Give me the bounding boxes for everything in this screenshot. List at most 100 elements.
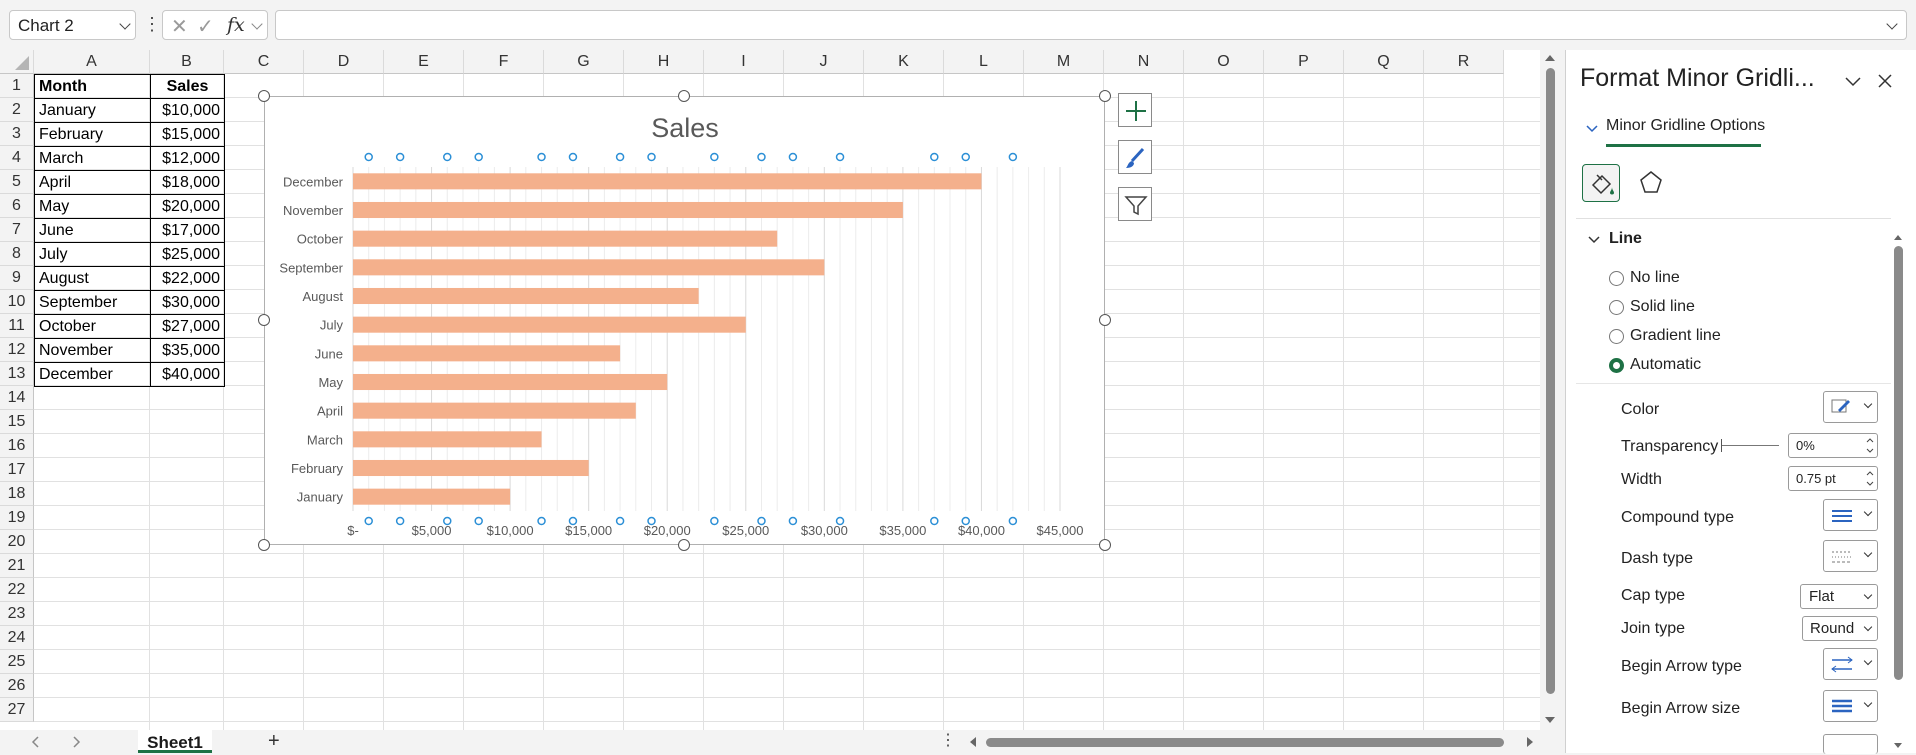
solid-line-label[interactable]: Solid line <box>1630 298 1695 316</box>
transparency-input[interactable]: 0% <box>1788 433 1878 458</box>
sales-cell[interactable]: $17,000 <box>150 218 225 243</box>
no-line-label[interactable]: No line <box>1630 269 1680 287</box>
sales-cell[interactable]: $27,000 <box>150 314 225 339</box>
month-cell[interactable]: May <box>34 194 151 219</box>
column-header[interactable]: L <box>944 50 1024 74</box>
column-header[interactable]: Q <box>1344 50 1424 74</box>
begin-arrow-size-dropdown[interactable] <box>1823 690 1878 722</box>
month-cell[interactable]: August <box>34 266 151 291</box>
row-header[interactable]: 17 <box>0 458 34 482</box>
transparency-slider[interactable] <box>1721 445 1779 446</box>
month-cell[interactable]: October <box>34 314 151 339</box>
resize-handle[interactable] <box>1099 314 1111 326</box>
row-header[interactable]: 20 <box>0 530 34 554</box>
add-sheet-button[interactable]: + <box>268 730 280 753</box>
column-header[interactable]: B <box>150 50 224 74</box>
chevron-down-icon[interactable] <box>1863 399 1873 409</box>
more-vertical-icon[interactable]: ⋮ <box>940 730 956 750</box>
chart-filters-button[interactable] <box>1118 187 1152 221</box>
row-header[interactable]: 25 <box>0 650 34 674</box>
row-header[interactable]: 23 <box>0 602 34 626</box>
month-cell[interactable]: July <box>34 242 151 267</box>
dash-type-dropdown[interactable] <box>1823 540 1878 572</box>
row-header[interactable]: 26 <box>0 674 34 698</box>
sales-cell[interactable]: $18,000 <box>150 170 225 195</box>
column-header[interactable]: J <box>784 50 864 74</box>
row-header[interactable]: 5 <box>0 170 34 194</box>
scroll-down-icon[interactable] <box>1891 740 1905 752</box>
sales-cell[interactable]: $30,000 <box>150 290 225 315</box>
transparency-slider-thumb[interactable] <box>1721 439 1722 452</box>
gradient-line-label[interactable]: Gradient line <box>1630 327 1721 345</box>
sales-cell[interactable]: $15,000 <box>150 122 225 147</box>
compound-type-dropdown[interactable] <box>1823 499 1878 531</box>
row-header[interactable]: 13 <box>0 362 34 386</box>
pane-scrollbar[interactable] <box>1891 230 1905 753</box>
automatic-radio[interactable] <box>1609 358 1624 373</box>
scroll-left-icon[interactable] <box>967 730 979 753</box>
scroll-up-icon[interactable] <box>1891 232 1905 244</box>
row-header[interactable]: 4 <box>0 146 34 170</box>
month-cell[interactable]: April <box>34 170 151 195</box>
chevron-down-icon[interactable] <box>1863 656 1873 666</box>
cap-type-dropdown[interactable]: Flat <box>1800 584 1878 609</box>
column-header[interactable]: I <box>704 50 784 74</box>
column-header[interactable]: N <box>1104 50 1184 74</box>
sales-cell[interactable]: $25,000 <box>150 242 225 267</box>
resize-handle[interactable] <box>258 539 270 551</box>
sales-cell[interactable]: $12,000 <box>150 146 225 171</box>
row-header[interactable]: 6 <box>0 194 34 218</box>
select-all-corner[interactable] <box>0 50 34 74</box>
resize-handle[interactable] <box>678 539 690 551</box>
chevron-down-icon[interactable] <box>1585 122 1599 136</box>
chevron-down-icon[interactable] <box>1863 507 1873 517</box>
sales-cell[interactable]: $22,000 <box>150 266 225 291</box>
month-cell[interactable]: March <box>34 146 151 171</box>
resize-handle[interactable] <box>258 314 270 326</box>
row-header[interactable]: 21 <box>0 554 34 578</box>
chevron-down-icon[interactable] <box>1863 548 1873 558</box>
month-cell[interactable]: November <box>34 338 151 363</box>
color-picker[interactable] <box>1823 391 1878 423</box>
expand-formula-icon[interactable] <box>1886 18 1898 30</box>
column-header[interactable]: M <box>1024 50 1104 74</box>
column-header[interactable]: A <box>34 50 150 74</box>
row-header[interactable]: 18 <box>0 482 34 506</box>
column-header[interactable]: H <box>624 50 704 74</box>
row-header[interactable]: 1 <box>0 74 34 98</box>
sales-cell[interactable]: $10,000 <box>150 98 225 123</box>
end-arrow-type-dropdown[interactable] <box>1823 734 1878 754</box>
column-header[interactable]: G <box>544 50 624 74</box>
header-cell-month[interactable]: Month <box>34 74 151 99</box>
row-header[interactable]: 16 <box>0 434 34 458</box>
row-header[interactable]: 10 <box>0 290 34 314</box>
column-header[interactable]: P <box>1264 50 1344 74</box>
chevron-down-icon[interactable] <box>1587 233 1601 247</box>
sales-cell[interactable]: $20,000 <box>150 194 225 219</box>
month-cell[interactable]: September <box>34 290 151 315</box>
row-header[interactable]: 2 <box>0 98 34 122</box>
spinner-icon[interactable] <box>1865 468 1875 490</box>
begin-arrow-type-dropdown[interactable] <box>1823 648 1878 680</box>
row-header[interactable]: 8 <box>0 242 34 266</box>
column-header[interactable]: O <box>1184 50 1264 74</box>
insert-function-icon[interactable]: fx <box>227 14 245 36</box>
spinner-icon[interactable] <box>1865 435 1875 457</box>
sales-cell[interactable]: $35,000 <box>150 338 225 363</box>
row-header[interactable]: 15 <box>0 410 34 434</box>
no-line-radio[interactable] <box>1609 271 1624 286</box>
sheet-tab[interactable]: Sheet1 <box>138 730 212 753</box>
chart-styles-button[interactable] <box>1118 140 1152 174</box>
chevron-down-icon[interactable] <box>119 18 131 30</box>
resize-handle[interactable] <box>678 90 690 102</box>
scroll-down-icon[interactable] <box>1540 714 1560 726</box>
row-header[interactable]: 3 <box>0 122 34 146</box>
line-section-header[interactable]: Line <box>1609 230 1642 248</box>
chevron-down-icon[interactable] <box>1863 698 1873 708</box>
effects-tab[interactable] <box>1632 164 1670 202</box>
month-cell[interactable]: December <box>34 362 151 387</box>
month-cell[interactable]: February <box>34 122 151 147</box>
fill-line-tab[interactable] <box>1582 164 1620 202</box>
gradient-line-radio[interactable] <box>1609 329 1624 344</box>
scroll-right-icon[interactable] <box>1524 730 1536 753</box>
